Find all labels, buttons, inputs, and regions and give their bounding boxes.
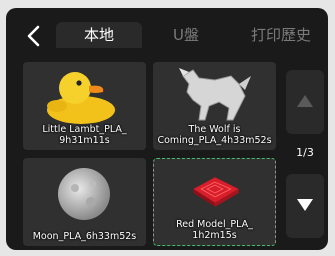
page-up-button[interactable] [286,70,324,134]
wolf-model-thumbnail [179,68,251,121]
duck-model-thumbnail [47,72,115,124]
tab-print-history[interactable]: 打印歷史 [238,22,324,48]
tab-local[interactable]: 本地 [56,22,142,48]
file-card[interactable]: Little Lambt_PLA_ 9h31m11s [23,62,146,150]
triangle-down-icon [297,199,313,211]
device-frame: 本地 U盤 打印歷史 Little Lambt_PLA_ 9h31m11s Th… [0,0,335,256]
file-grid: Little Lambt_PLA_ 9h31m11s The Wolf is C… [23,62,281,250]
file-name: The Wolf is Coming_PLA_4h33m52s [157,124,272,146]
page-down-button[interactable] [286,174,324,238]
file-name: Moon_PLA_6h33m52s [32,231,137,242]
file-card-selected[interactable]: Red Model_PLA_ 1h2m15s [153,158,276,246]
file-card[interactable]: The Wolf is Coming_PLA_4h33m52s [153,62,276,150]
file-browser-header: 本地 U盤 打印歷史 [6,8,328,58]
pager: 1/3 [286,70,324,248]
file-name: Little Lambt_PLA_ 9h31m11s [42,124,127,146]
back-button[interactable] [20,22,48,50]
printer-screen: 本地 U盤 打印歷史 Little Lambt_PLA_ 9h31m11s Th… [6,8,328,250]
red-tile-model-thumbnail [193,177,239,207]
chevron-left-icon [27,25,40,47]
triangle-up-icon [297,95,313,107]
file-card[interactable]: Moon_PLA_6h33m52s [23,158,146,246]
file-name: Red Model_PLA_ 1h2m15s [176,219,253,241]
page-indicator: 1/3 [296,146,314,159]
moon-model-thumbnail [58,168,110,220]
tab-usb[interactable]: U盤 [158,22,214,48]
